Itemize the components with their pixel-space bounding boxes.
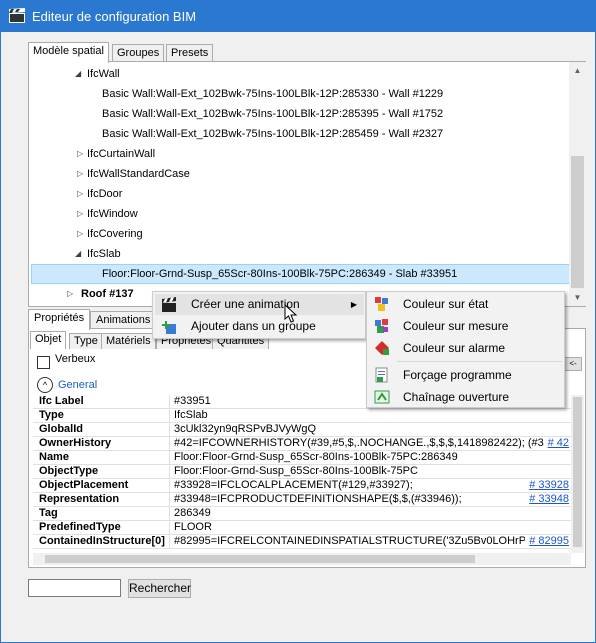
property-row-tag[interactable]: Tag 286349 — [33, 507, 571, 521]
mouse-pointer-icon — [284, 304, 298, 323]
expand-icon[interactable]: ▷ — [77, 145, 83, 163]
window-title: Editeur de configuration BIM — [32, 9, 197, 24]
property-row-name[interactable]: Name Floor:Floor-Grnd-Susp_65Scr-80Ins-1… — [33, 451, 571, 465]
context-menu: Créer une animation ▶ Ajouter dans un gr… — [152, 291, 366, 339]
tree-node-wall-2327[interactable]: Basic Wall:Wall-Ext_102Bwk-75Ins-100LBlk… — [102, 125, 443, 143]
property-row-ownerhistory[interactable]: OwnerHistory #42=IFCOWNERHISTORY(#39,#5,… — [33, 437, 571, 451]
menu-item-add-to-group[interactable]: Ajouter dans un groupe — [155, 316, 364, 337]
search-input[interactable] — [28, 579, 121, 597]
tab-presets[interactable]: Presets — [166, 44, 214, 62]
force-program-icon — [375, 367, 388, 383]
tab-properties[interactable]: Propriétés — [28, 309, 91, 330]
property-grid: Ifc Label #33951 Type IfcSlab GlobalId 3… — [33, 395, 571, 553]
representation-link[interactable]: # 33948 — [525, 493, 569, 506]
animation-submenu: Couleur sur état Couleur sur mesure Coul… — [366, 291, 565, 408]
collapse-section-icon[interactable]: ^ — [37, 377, 53, 393]
tree-node-wall-1229[interactable]: Basic Wall:Wall-Ext_102Bwk-75Ins-100LBlk… — [102, 85, 443, 103]
verbose-label: Verbeux — [55, 353, 96, 365]
spatial-tree[interactable]: ◢ IfcWall Basic Wall:Wall-Ext_102Bwk-75I… — [28, 61, 586, 307]
expand-icon[interactable]: ▷ — [77, 185, 83, 203]
collapse-icon[interactable]: ◢ — [75, 245, 81, 263]
submenu-arrow-icon: ▶ — [350, 300, 357, 309]
menu-item-color-on-alarm[interactable]: Couleur sur alarme — [369, 337, 563, 359]
menu-item-chain-opening[interactable]: Chaînage ouverture — [369, 386, 563, 408]
property-row-representation[interactable]: Representation #33948=IFCPRODUCTDEFINITI… — [33, 493, 571, 507]
expand-icon[interactable]: ▷ — [67, 285, 73, 303]
section-general: General — [58, 379, 98, 391]
tree-node-slab-33951[interactable]: Floor:Floor-Grnd-Susp_65Scr-80Ins-100Blk… — [31, 264, 571, 284]
title-bar: Editeur de configuration BIM — [0, 0, 596, 32]
property-row-globalid[interactable]: GlobalId 3cUkl32yn9qRSPvBJVyWgQ — [33, 423, 571, 437]
expand-icon[interactable]: ▷ — [77, 165, 83, 183]
color-alarm-icon — [375, 341, 389, 355]
scroll-down-icon[interactable]: ▼ — [569, 289, 586, 306]
tab-type[interactable]: Type — [69, 333, 103, 349]
collapse-panel-button[interactable]: <- — [564, 357, 582, 371]
add-to-group-icon — [162, 321, 176, 334]
tab-animations[interactable]: Animations — [90, 311, 157, 329]
verbose-checkbox[interactable] — [37, 356, 50, 369]
search-button[interactable]: Rechercher — [128, 579, 191, 598]
clapperboard-icon — [9, 8, 25, 23]
tree-vertical-scrollbar[interactable]: ▲ ▼ — [569, 62, 586, 306]
scrollbar-thumb[interactable] — [571, 156, 584, 288]
menu-item-color-on-measure[interactable]: Couleur sur mesure — [369, 315, 563, 337]
scrollbar-thumb[interactable] — [45, 555, 475, 563]
ownerhistory-link[interactable]: # 42 — [543, 437, 569, 450]
tab-materials[interactable]: Matériels — [101, 333, 156, 349]
scroll-up-icon[interactable]: ▲ — [569, 62, 586, 79]
property-row-predefinedtype[interactable]: PredefinedType FLOOR — [33, 521, 571, 535]
expand-icon[interactable]: ▷ — [77, 205, 83, 223]
tree-node-wall-1752[interactable]: Basic Wall:Wall-Ext_102Bwk-75Ins-100LBlk… — [102, 105, 443, 123]
property-vertical-scrollbar[interactable] — [571, 395, 584, 553]
expand-icon[interactable]: ▷ — [77, 225, 83, 243]
clapperboard-icon — [162, 297, 176, 312]
scrollbar-thumb[interactable] — [573, 397, 582, 547]
property-row-objecttype[interactable]: ObjectType Floor:Floor-Grnd-Susp_65Scr-8… — [33, 465, 571, 479]
tab-object[interactable]: Objet — [30, 331, 67, 349]
chain-opening-icon — [374, 390, 390, 404]
objectplacement-link[interactable]: # 33928 — [525, 479, 569, 492]
menu-item-color-on-state[interactable]: Couleur sur état — [369, 293, 563, 315]
tab-spatial-model[interactable]: Modèle spatial — [28, 42, 109, 63]
property-horizontal-scrollbar[interactable] — [33, 553, 571, 565]
property-row-objectplacement[interactable]: ObjectPlacement #33928=IFCLOCALPLACEMENT… — [33, 479, 571, 493]
collapse-icon[interactable]: ◢ — [75, 65, 81, 83]
property-row-containedinstructure[interactable]: ContainedInStructure[0] #82995=IFCRELCON… — [33, 535, 571, 549]
containedinstructure-link[interactable]: # 82995 — [525, 535, 569, 548]
color-state-icon — [375, 297, 388, 311]
tab-groups[interactable]: Groupes — [112, 44, 165, 62]
color-measure-icon — [375, 319, 388, 333]
property-row-type[interactable]: Type IfcSlab — [33, 409, 571, 423]
menu-separator — [397, 361, 562, 362]
menu-item-force-program[interactable]: Forçage programme — [369, 364, 563, 386]
menu-item-create-animation[interactable]: Créer une animation ▶ — [155, 294, 364, 315]
